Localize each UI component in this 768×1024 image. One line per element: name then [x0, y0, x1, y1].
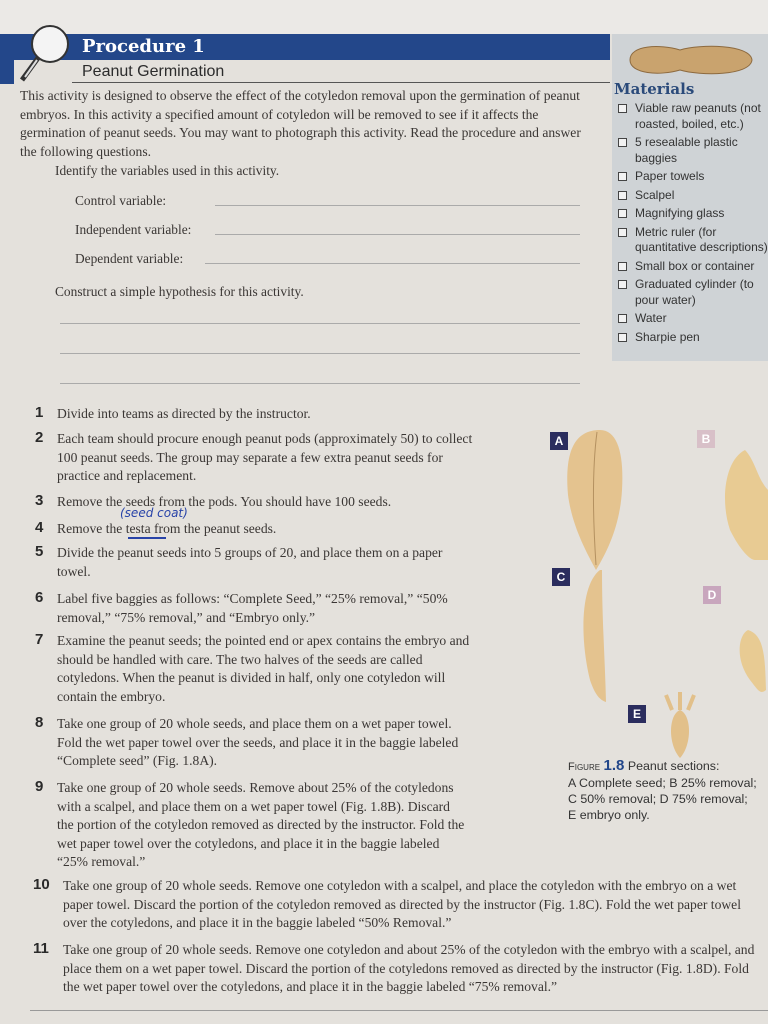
hypothesis-line-1[interactable]	[60, 323, 580, 324]
material-item: Scalpel	[616, 188, 768, 204]
step-7: 7 Examine the peanut seeds; the pointed e…	[35, 631, 470, 704]
control-variable-line[interactable]	[215, 205, 580, 206]
subtitle-divider	[72, 82, 610, 83]
materials-list: Viable raw peanuts (not roasted, boiled,…	[616, 101, 768, 348]
checkbox-icon[interactable]	[618, 190, 627, 200]
seed-d-shape	[739, 630, 766, 692]
material-item: Metric ruler (for quantitative descripti…	[616, 225, 768, 256]
material-item: Paper towels	[616, 169, 768, 185]
figure-label-d: D	[703, 586, 721, 604]
checkbox-icon[interactable]	[618, 227, 627, 237]
header-left-strip	[0, 34, 14, 84]
independent-variable-line[interactable]	[215, 234, 580, 235]
material-item: Water	[616, 311, 768, 327]
control-variable-label: Control variable:	[75, 193, 167, 208]
step-1: 1 Divide into teams as directed by the in…	[35, 404, 311, 421]
checkbox-icon[interactable]	[618, 332, 627, 342]
figure-label-a: A	[550, 432, 568, 450]
checkbox-icon[interactable]	[618, 138, 627, 147]
figure-label-c: C	[552, 568, 570, 586]
peanut-sections-figure	[567, 430, 768, 758]
identify-prompt: Identify the variables used in this acti…	[55, 163, 280, 178]
page-bottom-rule	[30, 1010, 768, 1011]
magnifier-icon	[19, 25, 69, 82]
handwritten-annotation: (seed coat)	[120, 506, 188, 520]
step-2: 2 Each team should procure enough peanut …	[35, 429, 473, 483]
step-10: 10 Take one group of 20 whole seeds. Remo…	[33, 876, 741, 930]
material-item: Small box or container	[616, 259, 768, 275]
material-item: Sharpie pen	[616, 330, 768, 346]
step-11: 11 Take one group of 20 whole seeds. Remo…	[33, 940, 755, 994]
figure-label-e: E	[628, 705, 646, 723]
dependent-variable-label: Dependent variable:	[75, 251, 184, 266]
material-item: Viable raw peanuts (not roasted, boiled,…	[616, 101, 768, 132]
materials-title: Materials	[614, 80, 695, 98]
checkbox-icon[interactable]	[618, 209, 627, 218]
procedure-title: Procedure 1	[82, 36, 205, 57]
checkbox-icon[interactable]	[618, 104, 627, 113]
material-item: Graduated cylinder (to pour water)	[616, 277, 768, 308]
step-8: 8 Take one group of 20 whole seeds, and p…	[35, 714, 459, 768]
checkbox-icon[interactable]	[618, 261, 627, 271]
checkbox-icon[interactable]	[618, 314, 627, 323]
figure-label-b: B	[697, 430, 715, 448]
intro-paragraph: This activity is designed to observe the…	[20, 88, 581, 159]
step-6: 6 Label five baggies as follows: “Complet…	[35, 589, 448, 625]
step-4: 4 Remove the testa from the peanut seeds.	[35, 519, 277, 536]
hypothesis-line-2[interactable]	[60, 353, 580, 354]
seed-c-shape	[583, 570, 606, 702]
figure-caption: Figure 1.8 Peanut sections: A Complete s…	[568, 758, 757, 822]
page-top-background	[0, 0, 768, 34]
embryo-e-shape	[671, 710, 689, 758]
hypothesis-prompt: Construct a simple hypothesis for this a…	[55, 284, 304, 299]
step-9: 9 Take one group of 20 whole seeds. Remov…	[35, 778, 465, 869]
seed-b-shape	[725, 450, 768, 560]
dependent-variable-line[interactable]	[205, 263, 580, 264]
hypothesis-line-3[interactable]	[60, 383, 580, 384]
handwritten-underline	[128, 537, 166, 539]
procedure-subtitle: Peanut Germination	[82, 63, 225, 80]
checkbox-icon[interactable]	[618, 280, 627, 289]
material-item: Magnifying glass	[616, 206, 768, 222]
checkbox-icon[interactable]	[618, 172, 627, 181]
peanut-pod-image	[629, 45, 753, 75]
independent-variable-label: Independent variable:	[75, 222, 192, 237]
step-5: 5 Divide the peanut seeds into 5 groups o…	[35, 543, 443, 579]
material-item: 5 resealable plastic baggies	[616, 135, 768, 166]
